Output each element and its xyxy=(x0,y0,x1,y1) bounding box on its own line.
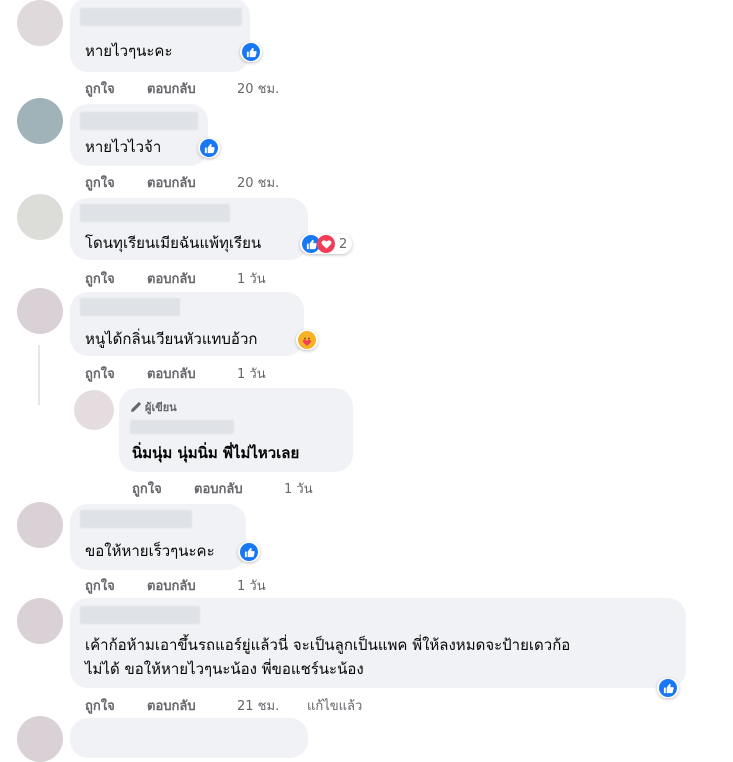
avatar[interactable] xyxy=(17,194,63,240)
author-name-blurred[interactable] xyxy=(80,8,242,26)
timestamp[interactable]: 1 วัน xyxy=(237,363,266,384)
like-button[interactable]: ถูกใจ xyxy=(85,268,115,289)
comment-text-line1: เค้าก้อห้ามเอาขึ้นรถแอร์ยู่แล้วนี่ จะเป็… xyxy=(85,636,571,654)
reply-button[interactable]: ตอบกลับ xyxy=(147,575,196,596)
author-badge-label: ผู้เขียน xyxy=(145,401,177,414)
like-icon xyxy=(240,543,258,561)
like-button[interactable]: ถูกใจ xyxy=(85,172,115,193)
reaction-summary[interactable]: 2 xyxy=(300,234,353,254)
avatar[interactable] xyxy=(74,390,114,430)
care-icon xyxy=(298,331,316,349)
thread-line xyxy=(38,345,40,405)
author-name-blurred[interactable] xyxy=(80,510,192,528)
reaction-summary[interactable] xyxy=(296,330,318,350)
timestamp[interactable]: 21 ชม. xyxy=(237,695,279,716)
author-name-blurred[interactable] xyxy=(80,606,200,624)
comment-text: ขอให้หายเร็วๆนะคะ xyxy=(85,542,215,560)
reaction-summary[interactable] xyxy=(657,678,679,698)
author-badge: ผู้เขียน xyxy=(130,398,177,416)
comment-text: นิ่มนุ่ม นุ่มนิ่ม พี่ไม่ไหวเลย xyxy=(132,444,300,462)
edited-label[interactable]: แก้ไขแล้ว xyxy=(307,695,362,716)
timestamp[interactable]: 1 วัน xyxy=(237,268,266,289)
like-button[interactable]: ถูกใจ xyxy=(85,695,115,716)
comment-text: หนูได้กลิ่นเวียนหัวแทบอ้วก xyxy=(85,330,258,348)
like-button[interactable]: ถูกใจ xyxy=(132,478,162,499)
author-name-blurred[interactable] xyxy=(80,204,230,222)
author-name-blurred[interactable] xyxy=(130,420,234,434)
like-icon xyxy=(659,679,677,697)
author-name-blurred[interactable] xyxy=(80,298,180,316)
reaction-summary[interactable] xyxy=(238,542,260,562)
reply-button[interactable]: ตอบกลับ xyxy=(147,78,196,99)
comment-text-line2: ไม่ได้ ขอให้หายไวๆนะน้อง พี่ขอแชร์นะน้อง xyxy=(85,660,364,678)
avatar[interactable] xyxy=(17,0,63,46)
timestamp[interactable]: 20 ชม. xyxy=(237,172,279,193)
author-name-blurred[interactable] xyxy=(80,112,198,130)
reaction-summary[interactable] xyxy=(198,138,220,158)
like-button[interactable]: ถูกใจ xyxy=(85,363,115,384)
reply-button[interactable]: ตอบกลับ xyxy=(147,172,196,193)
like-button[interactable]: ถูกใจ xyxy=(85,575,115,596)
avatar[interactable] xyxy=(17,288,63,334)
love-icon xyxy=(317,235,335,253)
timestamp[interactable]: 1 วัน xyxy=(284,478,313,499)
pen-icon xyxy=(131,402,141,412)
comment-text: หายไวไวจ้า xyxy=(85,138,162,156)
like-icon xyxy=(242,43,260,61)
comment-text: โดนทุเรียนเมียฉันแพ้ทุเรียน xyxy=(85,234,262,252)
reply-button[interactable]: ตอบกลับ xyxy=(147,363,196,384)
reaction-count: 2 xyxy=(339,236,348,252)
reaction-summary[interactable] xyxy=(240,42,262,62)
reply-button[interactable]: ตอบกลับ xyxy=(194,478,243,499)
like-icon xyxy=(200,139,218,157)
reply-button[interactable]: ตอบกลับ xyxy=(147,695,196,716)
avatar[interactable] xyxy=(17,98,63,144)
avatar[interactable] xyxy=(17,502,63,548)
like-button[interactable]: ถูกใจ xyxy=(85,78,115,99)
avatar[interactable] xyxy=(17,598,63,644)
timestamp[interactable]: 20 ชม. xyxy=(237,78,279,99)
comment-bubble xyxy=(70,718,308,758)
reply-button[interactable]: ตอบกลับ xyxy=(147,268,196,289)
comment-text: หายไวๆนะคะ xyxy=(85,42,173,60)
timestamp[interactable]: 1 วัน xyxy=(237,575,266,596)
